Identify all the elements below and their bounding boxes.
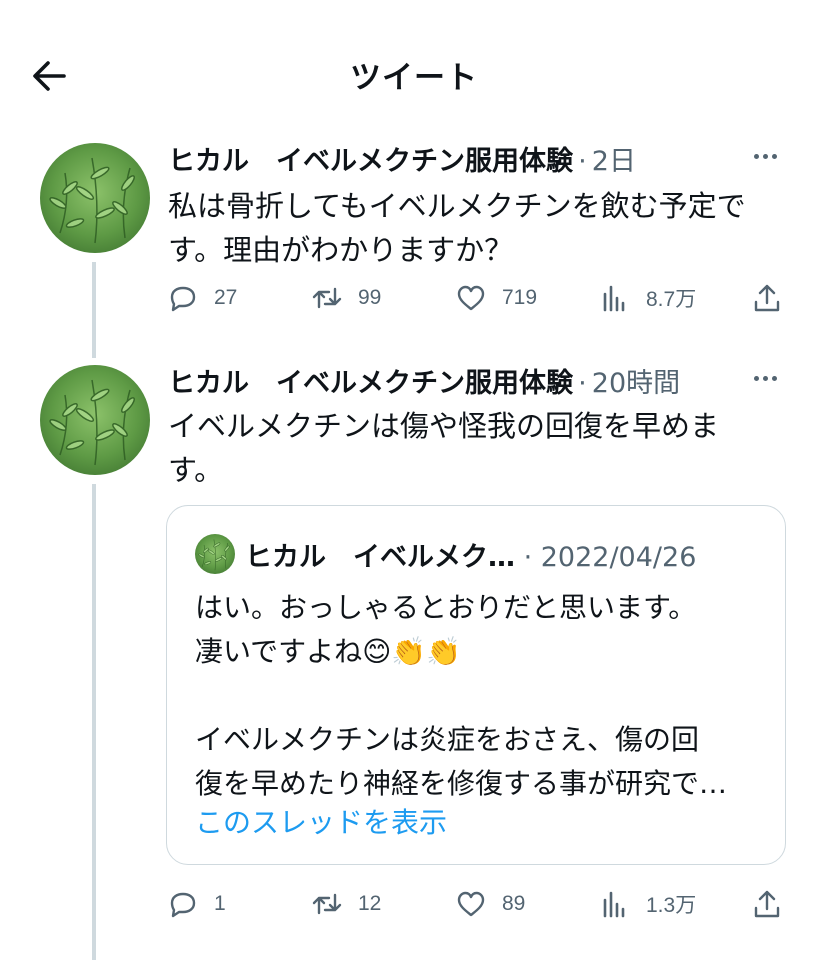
retweet-button[interactable]: 99 [312,278,381,318]
share-icon [754,284,780,312]
reply-button[interactable]: 1 [168,884,226,924]
heart-icon [457,891,485,917]
more-button[interactable] [752,369,788,389]
tweet-header: ヒカル イベルメクチン服用体験 · 20時間 [168,361,748,401]
tweet-actions: 27 99 719 8.7万 [168,278,788,318]
views-button[interactable]: 8.7万 [600,278,696,318]
separator-dot: · [578,368,587,399]
tweet-text: イベルメクチンは傷や怪我の回復を早めま す。 [168,409,720,487]
more-dots-icon [754,154,759,159]
author-name[interactable]: ヒカル イベルメクチン服用体験 [168,146,573,177]
tweet-timestamp[interactable]: 2日 [592,146,636,177]
views-button[interactable]: 1.3万 [600,884,696,924]
page-title: ツイート [350,60,478,96]
reply-count: 1 [214,892,226,915]
more-dots-icon [772,154,777,159]
more-dots-icon [763,376,768,381]
retweet-icon [312,287,342,309]
view-count: 1.3万 [646,894,697,917]
like-button[interactable]: 89 [456,884,525,924]
quoted-tweet-text: はい。おっしゃるとおりだと思います。 凄いですよね😊👏👏 イベルメクチンは炎症を… [195,591,728,800]
reply-button[interactable]: 27 [168,278,237,318]
author-name[interactable]: ヒカル イベルメクチン服用体験 [168,368,573,399]
top-bar: ツイート [0,0,828,148]
quoted-tweet-card[interactable]: ヒカル イベルメク… · 2022/04/26 はい。おっしゃるとおりだと思いま… [166,505,786,865]
share-icon [754,890,780,918]
share-button[interactable] [752,278,782,318]
tweet-text: 私は骨折してもイベルメクチンを飲む予定で す。理由がわかりますか？ [168,189,746,267]
avatar[interactable] [40,365,150,475]
reply-icon [170,892,196,918]
reply-count: 27 [214,286,238,309]
reply-icon [170,286,196,312]
tweet-header: ヒカル イベルメクチン服用体験 · 2日 [168,139,748,179]
heart-icon [457,285,485,311]
like-count: 89 [502,892,526,915]
more-dots-icon [772,376,777,381]
like-count: 719 [502,286,538,309]
quoted-tweet-header: ヒカル イベルメク… · 2022/04/26 [245,535,696,574]
separator-dot: · [515,542,541,573]
thread-connector [92,484,96,960]
more-button[interactable] [752,147,788,167]
share-button[interactable] [752,884,782,924]
retweet-count: 99 [358,286,382,309]
views-chart-icon [603,285,625,312]
show-thread-link[interactable]: このスレッドを表示 [195,801,447,841]
quoted-timestamp: 2022/04/26 [540,542,697,573]
avatar [195,534,235,574]
quoted-author-name: ヒカル イベルメク… [245,542,515,573]
separator-dot: · [578,146,587,177]
tweet-timestamp[interactable]: 20時間 [592,368,680,399]
avatar[interactable] [40,143,150,253]
tweet-actions: 1 12 89 1.3万 [168,884,788,924]
like-button[interactable]: 719 [456,278,537,318]
thread-connector [92,262,96,358]
more-dots-icon [754,376,759,381]
views-chart-icon [603,891,625,918]
retweet-icon [312,893,342,915]
view-count: 8.7万 [646,288,697,311]
retweet-button[interactable]: 12 [312,884,381,924]
more-dots-icon [763,154,768,159]
retweet-count: 12 [358,892,382,915]
